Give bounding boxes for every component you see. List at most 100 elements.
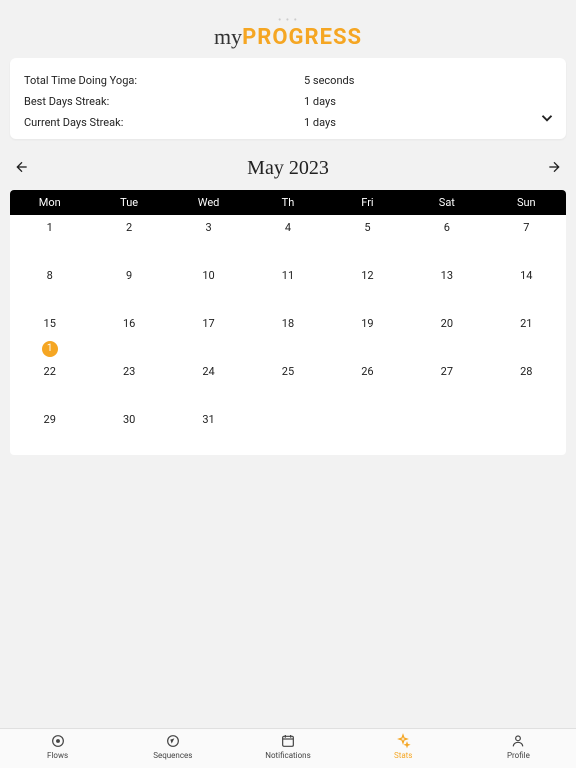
prev-month-button[interactable] [14, 159, 30, 179]
calendar-day [248, 407, 327, 455]
weekday-label: Sun [487, 190, 566, 215]
stat-value: 5 seconds [304, 74, 354, 87]
calendar-day[interactable]: 12 [328, 263, 407, 311]
calendar-day[interactable]: 13 [407, 263, 486, 311]
day-number: 26 [361, 365, 373, 378]
month-nav: May 2023 [0, 151, 576, 190]
day-number: 6 [444, 221, 450, 234]
compass-icon [165, 733, 181, 749]
stat-row: Current Days Streak: 1 days [24, 112, 552, 133]
calendar-day[interactable]: 10 [169, 263, 248, 311]
title-suffix: PROGRESS [242, 25, 362, 50]
stat-row: Best Days Streak: 1 days [24, 91, 552, 112]
day-number: 13 [441, 269, 453, 282]
calendar-day[interactable]: 27 [407, 359, 486, 407]
day-number: 27 [441, 365, 453, 378]
day-number: 28 [520, 365, 532, 378]
tab-profile[interactable]: Profile [461, 733, 576, 760]
day-badge: 1 [42, 341, 58, 357]
sparkle-icon [395, 733, 411, 749]
weekday-label: Tue [89, 190, 168, 215]
tab-flows[interactable]: Flows [0, 733, 115, 760]
calendar-day[interactable]: 28 [487, 359, 566, 407]
weekday-label: Fri [328, 190, 407, 215]
tab-bar: Flows Sequences Notifications Stats Prof… [0, 728, 576, 768]
calendar-day[interactable]: 16 [89, 311, 168, 359]
tab-label: Sequences [153, 751, 192, 760]
weekday-label: Th [248, 190, 327, 215]
tab-sequences[interactable]: Sequences [115, 733, 230, 760]
calendar-day[interactable]: 25 [248, 359, 327, 407]
day-number: 18 [282, 317, 294, 330]
day-number: 24 [202, 365, 214, 378]
weekday-label: Wed [169, 190, 248, 215]
calendar-day [328, 407, 407, 455]
calendar-day[interactable]: 11 [248, 263, 327, 311]
calendar-day[interactable]: 29 [10, 407, 89, 455]
person-icon [510, 733, 526, 749]
calendar-day[interactable]: 23 [89, 359, 168, 407]
calendar-day[interactable]: 31 [169, 407, 248, 455]
day-number: 4 [285, 221, 291, 234]
weekday-label: Sat [407, 190, 486, 215]
day-number: 25 [282, 365, 294, 378]
day-number: 23 [123, 365, 135, 378]
day-number: 19 [361, 317, 373, 330]
tab-label: Stats [394, 751, 412, 760]
day-number: 14 [520, 269, 532, 282]
calendar-day[interactable]: 3 [169, 215, 248, 263]
expand-button[interactable] [538, 109, 556, 131]
tab-label: Flows [47, 751, 68, 760]
calendar-day[interactable]: 5 [328, 215, 407, 263]
day-number: 5 [364, 221, 370, 234]
calendar-day[interactable]: 7 [487, 215, 566, 263]
calendar-day[interactable]: 26 [328, 359, 407, 407]
day-number: 29 [44, 413, 56, 426]
day-number: 31 [202, 413, 214, 426]
day-number: 2 [126, 221, 132, 234]
stat-label: Best Days Streak: [24, 95, 304, 108]
calendar-day[interactable]: 6 [407, 215, 486, 263]
status-bar [0, 0, 576, 14]
stat-row: Total Time Doing Yoga: 5 seconds [24, 70, 552, 91]
day-number: 1 [47, 221, 53, 234]
next-month-button[interactable] [546, 159, 562, 179]
stats-card: Total Time Doing Yoga: 5 seconds Best Da… [10, 58, 566, 139]
tab-label: Notifications [265, 751, 310, 760]
calendar-day[interactable]: 19 [328, 311, 407, 359]
calendar-day[interactable]: 1 [10, 215, 89, 263]
calendar-day[interactable]: 24 [169, 359, 248, 407]
stat-value: 1 days [304, 116, 336, 129]
day-number: 17 [202, 317, 214, 330]
calendar-icon [280, 733, 296, 749]
day-number: 16 [123, 317, 135, 330]
calendar-day[interactable]: 18 [248, 311, 327, 359]
calendar-day[interactable]: 17 [169, 311, 248, 359]
weekday-label: Mon [10, 190, 89, 215]
tab-stats[interactable]: Stats [346, 733, 461, 760]
calendar-day[interactable]: 30 [89, 407, 168, 455]
day-number: 30 [123, 413, 135, 426]
arrow-right-icon [546, 160, 562, 179]
calendar-day[interactable]: 9 [89, 263, 168, 311]
calendar-day[interactable]: 2 [89, 215, 168, 263]
calendar-header: Mon Tue Wed Th Fri Sat Sun [10, 190, 566, 215]
day-number: 15 [44, 317, 56, 330]
day-number: 12 [361, 269, 373, 282]
day-number: 20 [441, 317, 453, 330]
calendar-day [487, 407, 566, 455]
month-label: May 2023 [247, 157, 329, 180]
tab-label: Profile [507, 751, 530, 760]
arrow-left-icon [14, 160, 30, 179]
tab-notifications[interactable]: Notifications [230, 733, 345, 760]
stat-label: Total Time Doing Yoga: [24, 74, 304, 87]
calendar-day[interactable]: 14 [487, 263, 566, 311]
day-number: 3 [205, 221, 211, 234]
day-number: 22 [44, 365, 56, 378]
calendar-day[interactable]: 20 [407, 311, 486, 359]
calendar-day[interactable]: 21 [487, 311, 566, 359]
calendar-day[interactable]: 4 [248, 215, 327, 263]
calendar-day[interactable]: 122 [10, 359, 89, 407]
calendar-day[interactable]: 8 [10, 263, 89, 311]
day-number: 21 [520, 317, 532, 330]
